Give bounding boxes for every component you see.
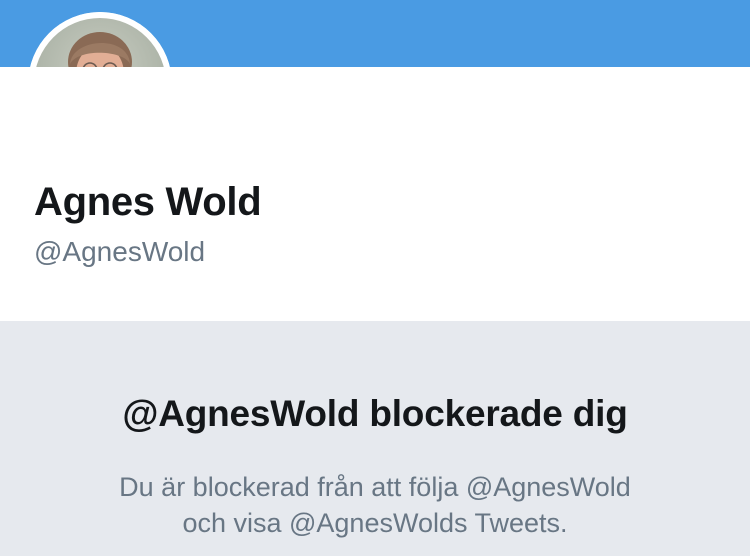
profile-page: Agnes Wold @AgnesWold @AgnesWold blocker…: [0, 0, 750, 556]
profile-header: Agnes Wold @AgnesWold: [0, 67, 750, 321]
blocked-title: @AgnesWold blockerade dig: [122, 393, 628, 434]
blocked-description-line-1: Du är blockerad från att följa @AgnesWol…: [119, 472, 631, 502]
display-name: Agnes Wold: [34, 180, 262, 224]
blocked-description: Du är blockerad från att följa @AgnesWol…: [0, 469, 750, 541]
blocked-notice: @AgnesWold blockerade dig Du är blockera…: [0, 321, 750, 556]
profile-handle: @AgnesWold: [34, 236, 206, 267]
blocked-description-line-2: och visa @AgnesWolds Tweets.: [182, 508, 568, 538]
